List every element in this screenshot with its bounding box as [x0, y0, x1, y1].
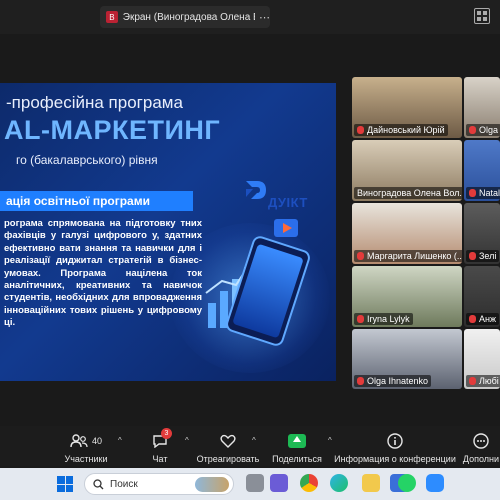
participant-tile[interactable]: Natal	[464, 140, 500, 201]
slide-heading-line1: -професійна програма	[6, 93, 183, 112]
presenter-avatar: B	[106, 11, 118, 23]
chrome-icon[interactable]	[300, 474, 318, 492]
participant-name: Дайновський Юрій	[367, 125, 445, 135]
meeting-info-label: Информация о конференции	[334, 454, 456, 464]
participant-name: Зелі	[479, 251, 497, 261]
shared-slide: -професійна програма AL-МАРКЕТИНГ го (ба…	[0, 83, 336, 381]
zoom-window: B Экран (Виноградова Олена Волод ⋯ -проф…	[0, 0, 500, 500]
participants-icon	[70, 434, 88, 448]
more-icon	[473, 433, 489, 449]
participant-tile[interactable]: Анж	[464, 266, 500, 327]
windows-start-icon[interactable]	[57, 476, 73, 492]
participant-tile[interactable]: Виноградова Олена Вол...	[352, 140, 462, 201]
teams-icon[interactable]	[270, 474, 288, 492]
participants-button[interactable]: 40 Участники	[62, 426, 110, 466]
meeting-toolbar: 40 Участники ^ 3 Чат ^ Отреагировать ^ П…	[0, 426, 500, 466]
reactions-chevron-up-icon[interactable]: ^	[252, 436, 256, 445]
participants-label: Участники	[64, 454, 108, 464]
meeting-top-bar: B Экран (Виноградова Олена Волод ⋯	[0, 0, 500, 34]
participant-tile[interactable]: Зелі	[464, 203, 500, 264]
more-options-icon[interactable]: ⋯	[259, 11, 270, 24]
share-screen-label: Поделиться	[272, 454, 322, 464]
participant-name: Natal	[479, 188, 500, 198]
search-icon	[93, 478, 104, 489]
search-placeholder: Поиск	[110, 478, 138, 490]
participants-chevron-up-icon[interactable]: ^	[118, 436, 122, 445]
chat-button[interactable]: 3 Чат	[146, 426, 174, 466]
muted-mic-icon	[469, 189, 476, 197]
participant-tile[interactable]: Маргарита Лишенко (...	[352, 203, 462, 264]
edge-icon[interactable]	[330, 474, 348, 492]
info-icon	[387, 433, 403, 449]
participant-tile[interactable]: Любі	[464, 329, 500, 389]
muted-mic-icon	[469, 126, 476, 134]
university-logo-icon	[246, 181, 266, 199]
muted-mic-icon	[469, 252, 476, 260]
chat-chevron-up-icon[interactable]: ^	[185, 436, 189, 445]
share-screen-button[interactable]: Поделиться	[270, 426, 324, 466]
heart-icon	[220, 434, 236, 448]
slide-body-text: рограма спрямована на підготовку тних фа…	[4, 218, 202, 329]
slide-heading-line3: го (бакалаврського) рівня	[16, 153, 158, 167]
muted-mic-icon	[357, 377, 364, 385]
participant-tile[interactable]: Olga Ihnatenko	[352, 329, 462, 389]
slide-heading-title: AL-МАРКЕТИНГ	[4, 115, 221, 145]
participant-name: Виноградова Олена Вол...	[357, 188, 462, 198]
muted-mic-icon	[469, 315, 476, 323]
participants-gallery: Дайновський Юрій Olga Виноградова Олена …	[352, 77, 500, 389]
share-chevron-up-icon[interactable]: ^	[328, 436, 332, 445]
muted-mic-icon	[469, 377, 476, 385]
share-screen-icon	[288, 434, 306, 448]
zoom-app-icon[interactable]	[426, 474, 444, 492]
participant-name: Анж	[479, 314, 496, 324]
university-logo-text: ДУІКТ	[268, 195, 308, 210]
muted-mic-icon	[357, 126, 364, 134]
more-label: Дополни	[462, 454, 500, 464]
whatsapp-icon[interactable]	[398, 474, 416, 492]
participant-tile[interactable]: Olga	[464, 77, 500, 138]
view-layout-icon[interactable]	[474, 8, 490, 24]
screen-share-title: Экран (Виноградова Олена Волод	[122, 11, 255, 23]
participant-tile[interactable]: Iryna Lylyk	[352, 266, 462, 327]
more-button[interactable]: Дополни	[462, 426, 500, 466]
participant-name: Olga Ihnatenko	[367, 376, 429, 386]
participant-tile[interactable]: Дайновський Юрій	[352, 77, 462, 138]
participant-name: Iryna Lylyk	[367, 314, 410, 324]
participant-name: Маргарита Лишенко (...	[367, 251, 462, 261]
taskbar-search[interactable]: Поиск	[84, 473, 234, 495]
search-highlight-image	[195, 477, 229, 492]
chat-unread-badge: 3	[161, 428, 172, 439]
muted-mic-icon	[357, 315, 364, 323]
task-view-icon[interactable]	[246, 474, 264, 492]
reactions-label: Отреагировать	[196, 454, 260, 464]
slide-section-banner: ація освітньої програми	[0, 191, 193, 211]
chat-label: Чат	[152, 454, 168, 464]
meeting-info-button[interactable]: Информация о конференции	[334, 426, 456, 466]
reactions-button[interactable]: Отреагировать	[196, 426, 260, 466]
screen-share-indicator[interactable]: B Экран (Виноградова Олена Волод ⋯	[100, 6, 270, 28]
participant-name: Olga	[479, 125, 499, 135]
participant-name: Любі	[479, 376, 499, 386]
video-play-icon	[274, 219, 298, 237]
file-explorer-icon[interactable]	[362, 474, 380, 492]
participants-count: 40	[91, 436, 102, 446]
muted-mic-icon	[357, 252, 364, 260]
